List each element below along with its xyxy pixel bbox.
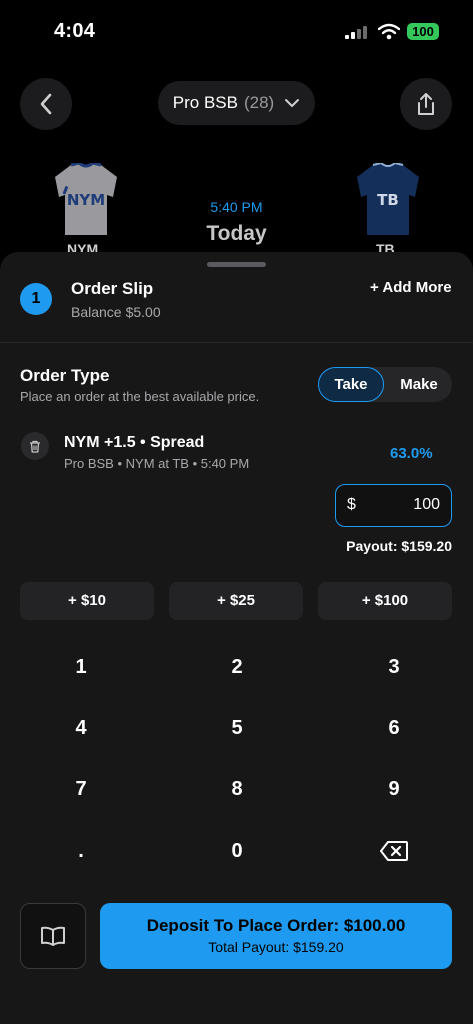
take-option[interactable]: Take (318, 367, 384, 402)
order-type-title: Order Type (20, 366, 110, 385)
order-slip-title: Order Slip (71, 279, 154, 298)
key-6[interactable]: 6 (364, 708, 424, 748)
step-badge: 1 (20, 283, 52, 315)
payout-text: Payout: $159.20 (346, 538, 452, 554)
balance-label: Balance (71, 304, 122, 320)
league-name: Pro BSB (172, 93, 238, 112)
book-icon (41, 926, 65, 946)
trash-icon (30, 440, 40, 453)
remove-bet-button[interactable] (21, 432, 49, 460)
key-7[interactable]: 7 (51, 769, 111, 809)
game-time: 5:40 PM (210, 199, 263, 215)
chevron-down-icon (285, 99, 300, 107)
game-day: Today (206, 222, 267, 245)
battery-indicator: 100 (407, 23, 439, 40)
add-100-button[interactable]: + $100 (318, 582, 452, 620)
rules-book-button[interactable] (20, 903, 86, 969)
key-0[interactable]: 0 (207, 831, 267, 871)
deposit-place-order-button[interactable]: Deposit To Place Order: $100.00 Total Pa… (100, 903, 452, 969)
key-3[interactable]: 3 (364, 647, 424, 687)
key-decimal[interactable]: . (51, 831, 111, 871)
key-9[interactable]: 9 (364, 769, 424, 809)
key-2[interactable]: 2 (207, 647, 267, 687)
back-button[interactable] (20, 78, 72, 130)
league-selector[interactable]: Pro BSB (28) (158, 81, 315, 125)
league-count: (28) (243, 93, 275, 112)
status-time: 4:04 (54, 20, 96, 42)
key-4[interactable]: 4 (51, 708, 111, 748)
backspace-button[interactable] (364, 831, 424, 871)
deposit-button-label: Deposit To Place Order: $100.00 (146, 916, 406, 935)
wifi-icon (378, 23, 400, 40)
sheet-drag-handle[interactable] (207, 262, 266, 267)
key-1[interactable]: 1 (51, 647, 111, 687)
key-5[interactable]: 5 (207, 708, 267, 748)
bet-subtitle: Pro BSB • NYM at TB • 5:40 PM (64, 456, 250, 471)
share-icon (418, 93, 434, 115)
add-more-button[interactable]: + Add More (370, 279, 452, 296)
divider (0, 342, 473, 343)
cellular-signal-icon (345, 26, 367, 39)
amount-value: 100 (413, 496, 440, 513)
make-option[interactable]: Make (386, 367, 452, 402)
add-25-button[interactable]: + $25 (169, 582, 303, 620)
balance-value: $5.00 (125, 304, 161, 320)
share-button[interactable] (400, 78, 452, 130)
key-8[interactable]: 8 (207, 769, 267, 809)
backspace-icon (380, 841, 408, 861)
balance-row: Balance $5.00 (71, 304, 165, 320)
back-chevron-icon (40, 93, 52, 115)
bet-probability: 63.0% (390, 445, 433, 462)
add-10-button[interactable]: + $10 (20, 582, 154, 620)
total-payout-label: Total Payout: $159.20 (208, 939, 344, 955)
currency-symbol: $ (347, 496, 356, 513)
order-type-description: Place an order at the best available pri… (20, 389, 260, 404)
bet-title: NYM +1.5 • Spread (64, 434, 205, 451)
